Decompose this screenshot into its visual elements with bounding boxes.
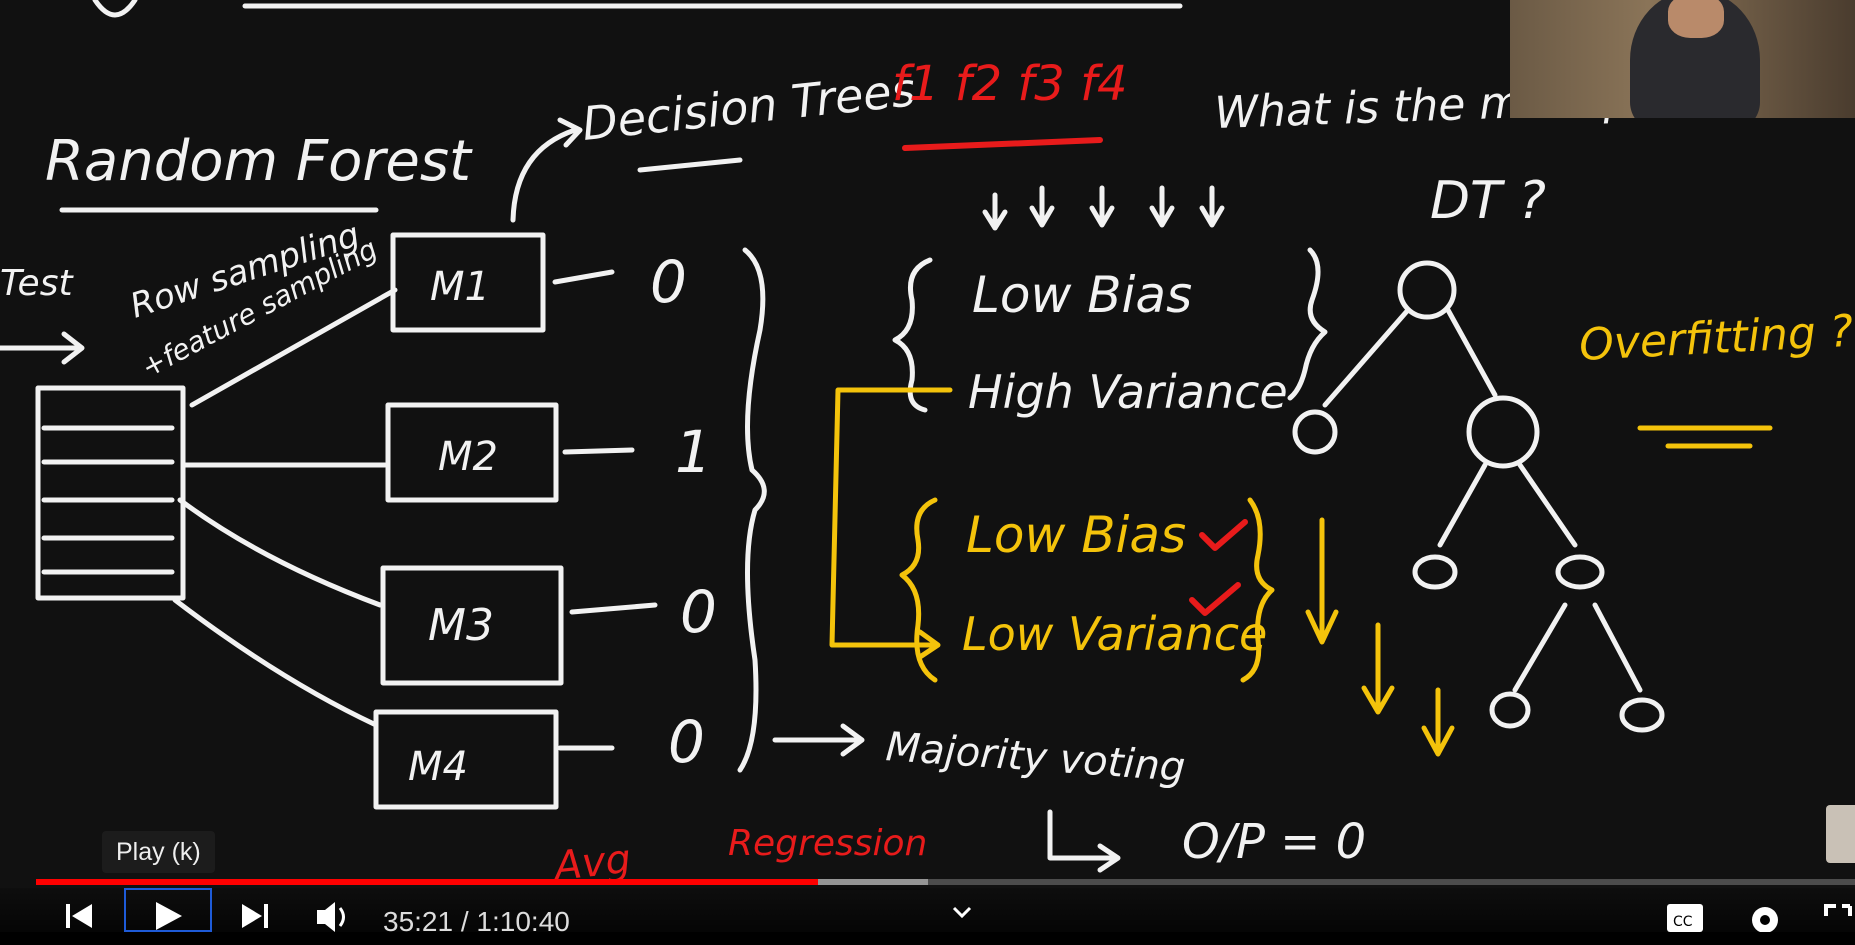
progress-bar[interactable] [36,879,1855,885]
play-tooltip: Play (k) [102,831,215,873]
high-variance: High Variance [968,365,1288,419]
feature-arrows [982,185,1225,231]
dataset-table [35,385,186,601]
duration: 1:10:40 [476,906,570,937]
output-m4: 0 [668,708,705,776]
low-variance: Low Variance [962,607,1267,661]
model-box-m3: M3 [380,565,564,686]
down-arrow-3 [1421,687,1455,757]
svg-text:M3: M3 [428,600,494,651]
model-box-m1: M1 [390,232,546,333]
whiteboard-drawing: Random Forest Test Row sampling +feature… [0,0,1855,890]
output-m2: 1 [675,418,712,486]
output-m1: 0 [650,248,687,316]
regression-label: Regression [728,823,927,864]
next-icon[interactable] [238,888,272,945]
out-line-1 [552,269,615,285]
input-arrow [0,331,85,365]
settings-icon[interactable] [1745,888,1785,945]
down-arrow-2 [1361,622,1395,715]
outputs-brace [737,247,767,773]
model-box-m4: M4 [373,709,559,810]
link-m3 [177,497,383,608]
check-mark-bias [1199,519,1248,551]
low-bias-1: Low Bias [972,266,1192,324]
presenter-face [1668,0,1724,38]
decision-trees-label: Decision Trees [580,62,918,151]
down-arrow-1 [1305,517,1339,645]
overfitting-label: Overfitting ?? [1578,304,1855,371]
fullscreen-icon[interactable] [1822,888,1855,945]
question-dt: DT ? [1430,171,1546,231]
voting-arrow [772,723,865,757]
play-button[interactable] [124,888,212,932]
current-time: 35:21 [383,906,454,937]
decision-trees-underline [637,157,743,173]
output-result: O/P = 0 [1182,814,1366,870]
output-arrow [1047,809,1121,873]
decision-trees-arrow [510,117,583,223]
out-line-2 [562,447,635,455]
input-label: Test [0,263,74,304]
low-bias-2: Low Bias [966,506,1186,564]
svg-text:M4: M4 [408,744,468,790]
svg-text:M2: M2 [438,434,498,480]
title-random-forest: Random Forest [45,129,473,194]
top-curve-mark [92,0,138,18]
model-box-m2: M2 [385,402,559,503]
features-label: f1 f2 f3 f4 [892,56,1128,112]
volume-icon[interactable] [315,888,355,945]
captions-icon[interactable]: CC [1665,888,1705,945]
brace-right-1 [1287,247,1328,401]
previous-icon[interactable] [62,888,96,945]
time-separator: / [453,906,477,937]
time-display: 35:21 / 1:10:40 [383,906,570,938]
yellow-connector [829,387,953,660]
played-fill [36,879,819,885]
features-underline [902,137,1103,151]
svg-text:M1: M1 [430,264,490,310]
majority-voting-label: Majority voting [884,724,1186,791]
svg-text:CC: CC [1673,914,1693,930]
video-frame[interactable]: Random Forest Test Row sampling +feature… [0,0,1855,932]
chevron-down-icon[interactable] [950,888,974,945]
out-line-3 [569,602,658,615]
output-m3: 0 [680,578,717,646]
player-controls: CC [0,888,1855,933]
link-m4 [172,597,379,728]
channel-avatar[interactable] [1826,805,1855,863]
webcam-overlay [1510,0,1855,118]
